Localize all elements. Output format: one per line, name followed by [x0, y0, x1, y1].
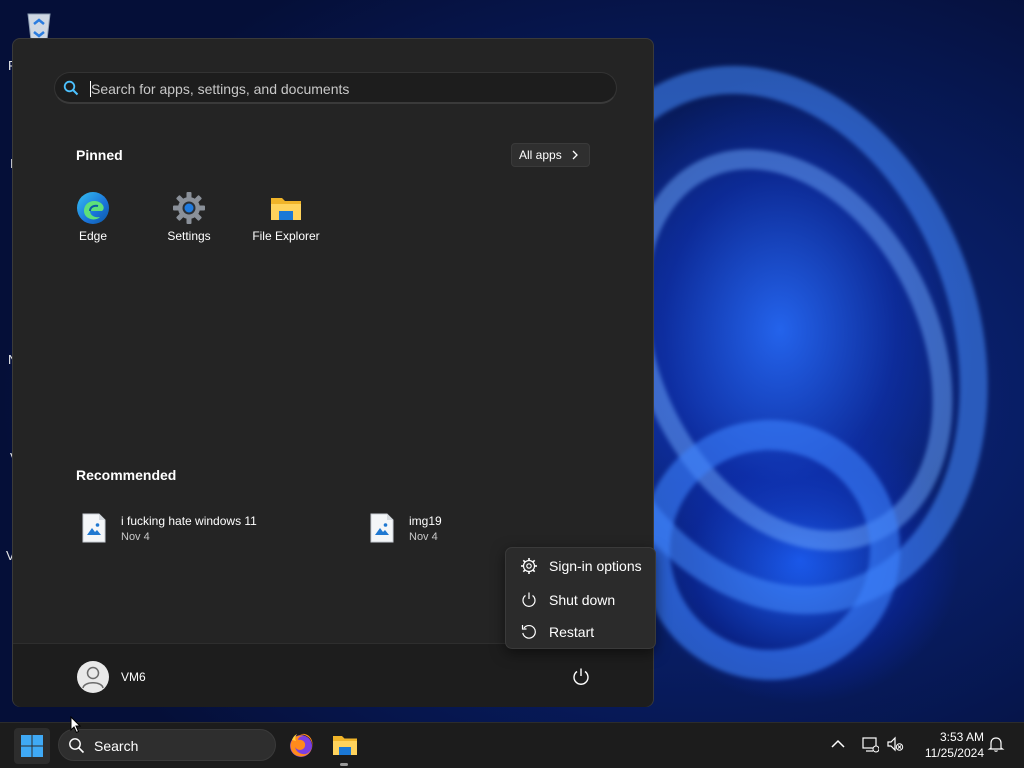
recommended-item-name: img19 [409, 514, 442, 528]
restart-icon [521, 624, 536, 639]
clock-time: 3:53 AM [939, 730, 984, 744]
pinned-app-label: Settings [167, 229, 211, 243]
folder-icon [271, 198, 301, 220]
search-icon [63, 80, 79, 96]
power-icon [522, 592, 536, 607]
power-icon [573, 668, 589, 685]
restart-item[interactable]: Restart [510, 617, 653, 647]
sign-in-options-label: Sign-in options [549, 558, 642, 574]
gear-icon [173, 192, 205, 224]
pinned-title: Pinned [76, 147, 123, 163]
pinned-app-label: File Explorer [252, 229, 320, 243]
start-menu-footer: VM6 [13, 643, 653, 707]
recycle-bin-icon[interactable] [22, 8, 56, 42]
shut-down-label: Shut down [549, 592, 616, 608]
pinned-app-settings[interactable]: Settings [144, 189, 234, 255]
chevron-up-icon[interactable] [829, 735, 847, 753]
recommended-item-name: i fucking hate windows 11 [121, 514, 257, 528]
pinned-app-label: Edge [78, 229, 108, 243]
recommended-title: Recommended [76, 467, 177, 483]
taskbar-search[interactable]: Search [58, 729, 276, 761]
shut-down-item[interactable]: Shut down [510, 585, 653, 615]
start-button[interactable] [14, 728, 50, 764]
recommended-item-date: Nov 4 [409, 531, 438, 543]
taskbar-app-firefox[interactable] [286, 730, 316, 760]
clock-date: 11/25/2024 [924, 746, 984, 760]
image-file-icon [370, 513, 394, 543]
windows-logo-icon [21, 735, 43, 757]
file-explorer-icon [333, 736, 357, 755]
mouse-cursor-icon [70, 716, 82, 734]
search-icon [69, 738, 85, 754]
recommended-item[interactable]: img19 Nov 4 [362, 509, 632, 549]
avatar[interactable] [77, 661, 109, 693]
user-name[interactable]: VM6 [121, 670, 146, 684]
taskbar-app-file-explorer[interactable] [330, 730, 360, 760]
chevron-right-icon [572, 150, 578, 160]
all-apps-button[interactable]: All apps [511, 143, 590, 167]
notification-bell-icon[interactable] [987, 735, 1005, 753]
sign-in-options-item[interactable]: Sign-in options [510, 551, 653, 581]
volume-muted-icon[interactable] [886, 735, 904, 753]
taskbar: Search 3:53 AM 11/25/2024 [0, 722, 1024, 768]
edge-icon [77, 192, 109, 224]
pinned-app-file-explorer[interactable]: File Explorer [241, 189, 331, 255]
power-button[interactable] [569, 665, 593, 689]
taskbar-search-label: Search [94, 738, 139, 754]
clock[interactable]: 3:53 AM 11/25/2024 [912, 729, 984, 761]
running-indicator [340, 763, 348, 766]
recommended-item-date: Nov 4 [121, 531, 150, 543]
user-icon [82, 666, 104, 689]
power-menu: Sign-in options Shut down Restart [505, 547, 656, 649]
image-file-icon [82, 513, 106, 543]
network-icon[interactable] [861, 735, 879, 753]
firefox-icon [290, 733, 313, 757]
pinned-app-edge[interactable]: Edge [48, 189, 138, 255]
recommended-item[interactable]: i fucking hate windows 11 Nov 4 [74, 509, 344, 549]
all-apps-label: All apps [519, 148, 562, 162]
start-search-input[interactable] [91, 78, 591, 100]
gear-icon [521, 558, 537, 574]
restart-label: Restart [549, 624, 595, 640]
start-search-box[interactable] [54, 72, 617, 104]
